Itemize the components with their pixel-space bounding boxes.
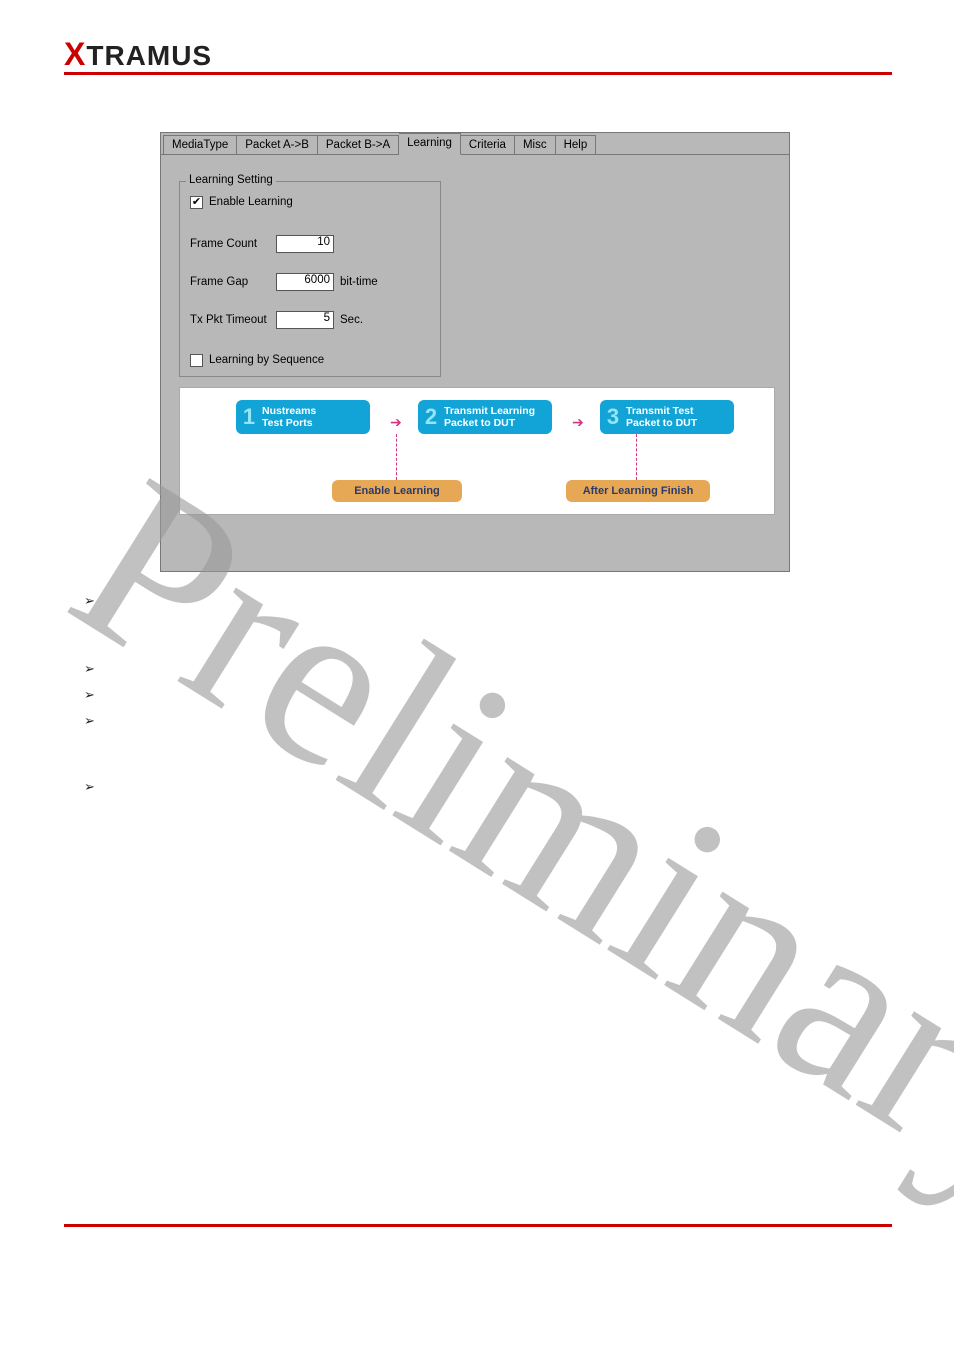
learning-by-sequence-label: Learning by Sequence <box>209 354 324 366</box>
settings-dialog: MediaType Packet A->B Packet B->A Learni… <box>160 132 790 572</box>
bullet-item: ➢ <box>84 661 95 677</box>
tab-learning[interactable]: Learning <box>399 133 461 155</box>
learning-setting-group: Learning Setting ✔ Enable Learning Frame… <box>179 181 441 377</box>
step-2-text: Transmit LearningPacket to DUT <box>444 405 535 429</box>
bullet-list: ➢ ➢ ➢ ➢ ➢ <box>84 593 95 805</box>
frame-count-input[interactable]: 10 <box>276 235 334 253</box>
frame-gap-label: Frame Gap <box>190 276 276 288</box>
step-3-text: Transmit TestPacket to DUT <box>626 405 697 429</box>
enable-learning-label: Enable Learning <box>209 196 293 208</box>
tab-mediatype[interactable]: MediaType <box>163 135 237 154</box>
brand-logo: XTRAMUS <box>64 36 212 73</box>
tx-timeout-unit: Sec. <box>340 314 363 326</box>
tab-packet-ab[interactable]: Packet A->B <box>237 135 318 154</box>
diagram-after-learning-badge: After Learning Finish <box>566 480 710 502</box>
diagram-step-3: 3 Transmit TestPacket to DUT <box>600 400 734 434</box>
tab-criteria[interactable]: Criteria <box>461 135 515 154</box>
dashed-connector <box>636 434 637 480</box>
tab-help[interactable]: Help <box>556 135 597 154</box>
diagram-enable-learning-badge: Enable Learning <box>332 480 462 502</box>
logo-rest: TRAMUS <box>86 40 212 71</box>
tab-misc[interactable]: Misc <box>515 135 556 154</box>
bullet-item: ➢ <box>84 713 95 729</box>
enable-learning-checkbox[interactable]: ✔ <box>190 196 203 209</box>
step-1-number: 1 <box>236 404 262 430</box>
frame-gap-input[interactable]: 6000 <box>276 273 334 291</box>
bullet-item: ➢ <box>84 593 95 609</box>
bullet-item: ➢ <box>84 779 95 795</box>
arrow-icon: ➔ <box>390 414 402 431</box>
header-divider <box>64 72 892 75</box>
frame-count-label: Frame Count <box>190 238 276 250</box>
tx-timeout-input[interactable]: 5 <box>276 311 334 329</box>
step-3-number: 3 <box>600 404 626 430</box>
diagram-step-2: 2 Transmit LearningPacket to DUT <box>418 400 552 434</box>
logo-x: X <box>64 36 86 72</box>
bullet-item: ➢ <box>84 687 95 703</box>
diagram-step-1: 1 NustreamsTest Ports <box>236 400 370 434</box>
frame-gap-unit: bit-time <box>340 276 378 288</box>
learning-by-sequence-checkbox[interactable] <box>190 354 203 367</box>
learning-flow-diagram: 1 NustreamsTest Ports ➔ 2 Transmit Learn… <box>179 387 775 515</box>
tab-packet-ba[interactable]: Packet B->A <box>318 135 399 154</box>
footer-divider <box>64 1224 892 1227</box>
step-2-number: 2 <box>418 404 444 430</box>
arrow-icon: ➔ <box>572 414 584 431</box>
group-title: Learning Setting <box>186 174 276 186</box>
tx-timeout-label: Tx Pkt Timeout <box>190 314 276 326</box>
dashed-connector <box>396 434 397 480</box>
step-1-text: NustreamsTest Ports <box>262 405 316 429</box>
tab-strip: MediaType Packet A->B Packet B->A Learni… <box>161 133 789 155</box>
